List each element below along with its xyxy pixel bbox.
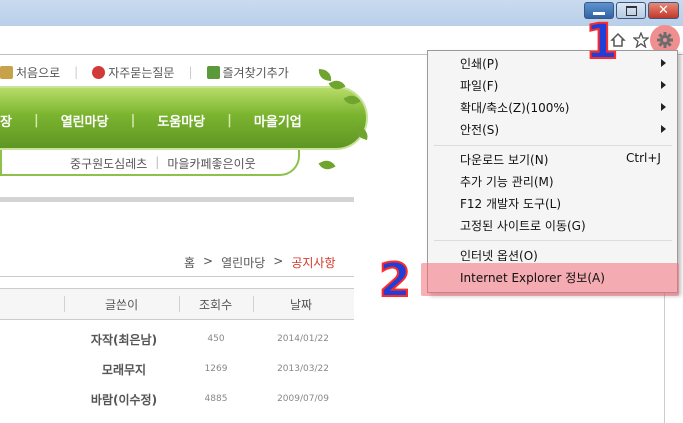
- submenu-arrow-icon: [661, 125, 666, 133]
- submenu-arrow-icon: [661, 81, 666, 89]
- column-header-author: 글쓴이: [105, 298, 139, 312]
- menu-item-about-ie[interactable]: Internet Explorer 정보(A): [460, 269, 605, 286]
- table-row[interactable]: 자작(최은남) 450 2014/01/22: [0, 328, 354, 356]
- menu-item-print[interactable]: 인쇄(P): [460, 55, 499, 72]
- sub-nav: 중구원도심레츠 | 마을카페좋은이웃: [70, 155, 256, 172]
- breadcrumb-separator: >: [203, 254, 214, 268]
- close-button[interactable]: ✕: [648, 2, 679, 19]
- nav-item-open-forum[interactable]: 열린마당: [39, 111, 131, 130]
- leaf-decoration: [318, 157, 336, 173]
- breadcrumb-underline: [0, 276, 354, 277]
- column-divider: [64, 296, 65, 312]
- bookmark-icon: [206, 65, 220, 79]
- menu-item-manage-addons[interactable]: 추가 기능 관리(M): [460, 173, 554, 190]
- faq-link[interactable]: 자주묻는질문: [92, 64, 174, 81]
- row-author: 바람(이수정): [90, 393, 158, 407]
- callout-number-2: 2: [378, 253, 412, 307]
- column-header-views: 조회수: [199, 298, 233, 312]
- subnav-item-leds[interactable]: 중구원도심레츠: [70, 155, 147, 172]
- house-icon: [0, 65, 13, 79]
- divider: |: [188, 65, 193, 79]
- home-link-label: 처음으로: [16, 65, 61, 80]
- close-icon: ✕: [658, 3, 669, 18]
- table-row[interactable]: 바람(이수정) 4885 2009/07/09: [0, 388, 354, 416]
- favorites-button[interactable]: [631, 30, 651, 50]
- restore-icon: [625, 5, 637, 16]
- row-author: 자작(최은남): [90, 333, 158, 347]
- content-divider: [0, 197, 354, 202]
- row-views: 4885: [204, 394, 228, 404]
- nav-item-partial[interactable]: 장: [0, 111, 34, 130]
- question-icon: [92, 65, 106, 79]
- gear-icon: [657, 32, 673, 48]
- home-link[interactable]: 처음으로: [0, 64, 60, 81]
- menu-item-safety[interactable]: 안전(S): [460, 121, 499, 138]
- column-divider: [179, 296, 180, 312]
- breadcrumb-section[interactable]: 열린마당: [221, 254, 265, 271]
- bookmark-link[interactable]: 즐겨찾기추가: [206, 64, 289, 81]
- divider: |: [155, 155, 160, 169]
- row-date: 2009/07/09: [277, 394, 329, 404]
- table-row[interactable]: 모래무지 1269 2013/03/22: [0, 358, 354, 386]
- breadcrumb-home[interactable]: 홈: [184, 254, 195, 271]
- row-views: 1269: [204, 364, 228, 374]
- column-divider: [253, 296, 254, 312]
- row-date: 2014/01/22: [277, 334, 329, 344]
- menu-item-file[interactable]: 파일(F): [460, 77, 498, 94]
- callout-number-1: 1: [584, 14, 619, 70]
- menu-separator: [434, 240, 672, 241]
- divider: |: [74, 65, 79, 79]
- menu-separator: [434, 145, 672, 146]
- shortcut-label: Ctrl+J: [626, 151, 661, 165]
- breadcrumb-separator: >: [273, 254, 284, 268]
- main-nav: 장 | 열린마당 | 도움마당 | 마을기업: [0, 108, 324, 132]
- nav-item-village-business[interactable]: 마을기업: [232, 111, 324, 130]
- menu-item-view-downloads[interactable]: 다운로드 보기(N): [460, 151, 548, 168]
- site-top-links: 처음으로 | 자주묻는질문 | 즐겨찾기추가: [0, 62, 289, 82]
- submenu-arrow-icon: [661, 59, 666, 67]
- row-views: 450: [207, 334, 225, 344]
- menu-item-zoom[interactable]: 확대/축소(Z)(100%): [460, 99, 569, 116]
- menu-item-pinned-sites[interactable]: 고정된 사이트로 이동(G): [460, 217, 586, 234]
- leaf-decoration: [317, 68, 333, 82]
- breadcrumb-current: 공지사항: [291, 256, 336, 270]
- star-icon: [633, 32, 649, 48]
- menu-item-internet-options[interactable]: 인터넷 옵션(O): [460, 247, 538, 264]
- row-author: 모래무지: [101, 363, 147, 377]
- breadcrumb: 홈 > 열린마당 > 공지사항: [184, 254, 336, 271]
- restore-button[interactable]: [616, 2, 646, 19]
- menu-item-developer-tools[interactable]: F12 개발자 도구(L): [460, 195, 561, 212]
- column-header-date: 날짜: [290, 298, 313, 312]
- bookmark-link-label: 즐겨찾기추가: [222, 65, 289, 80]
- title-bar: [0, 0, 683, 26]
- submenu-arrow-icon: [661, 103, 666, 111]
- subnav-item-cafe[interactable]: 마을카페좋은이웃: [167, 155, 255, 172]
- row-date: 2013/03/22: [277, 364, 329, 374]
- nav-item-help[interactable]: 도움마당: [135, 111, 227, 130]
- faq-link-label: 자주묻는질문: [108, 65, 175, 80]
